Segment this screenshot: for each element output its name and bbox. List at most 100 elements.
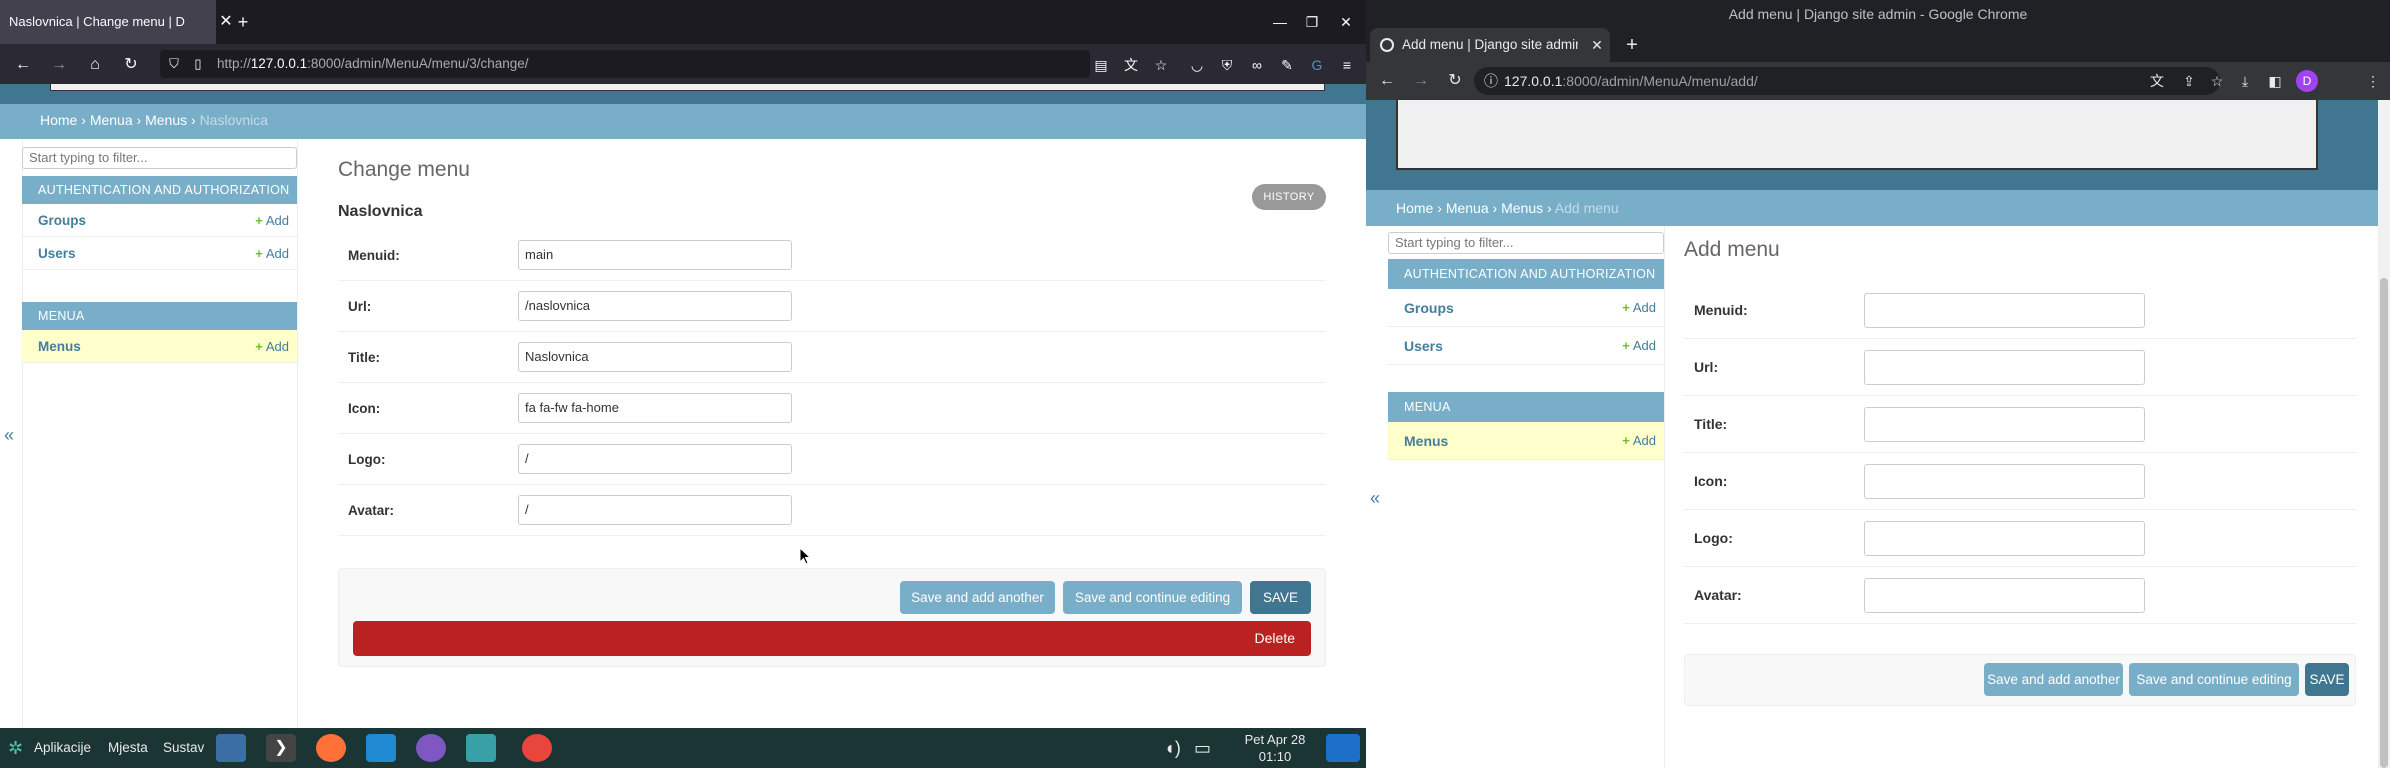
forward-icon[interactable]: →	[48, 54, 70, 76]
infinity-extension-icon[interactable]: ∞	[1246, 54, 1268, 76]
url-bar[interactable]: ⓘ 127.0.0.1:8000/admin/MenuA/menu/add/	[1474, 67, 2220, 95]
users-link[interactable]: Users	[38, 246, 76, 261]
menuid-input[interactable]	[1864, 293, 2145, 328]
terminal-icon[interactable]: ❯	[266, 734, 296, 762]
scrollbar-thumb[interactable]	[2380, 278, 2388, 768]
wrench-icon[interactable]: ✎	[1276, 54, 1298, 76]
nav-filter-input[interactable]: Start typing to filter...	[22, 147, 297, 169]
clock[interactable]: Pet Apr 28 01:10	[1240, 731, 1310, 765]
module-caption-auth[interactable]: AUTHENTICATION AND AUTHORIZATION	[1388, 259, 1664, 289]
module-caption-menua[interactable]: MENUA	[1388, 392, 1664, 422]
breadcrumb-app[interactable]: Menua	[1446, 200, 1489, 216]
reload-icon[interactable]: ↻	[1444, 70, 1466, 92]
breadcrumb-app[interactable]: Menua	[90, 112, 133, 128]
translate-icon[interactable]: 文	[2146, 70, 2168, 92]
tab-change-menu[interactable]: Naslovnica | Change menu | D	[0, 0, 216, 44]
url-input[interactable]	[1864, 350, 2145, 385]
url-text[interactable]: http://127.0.0.1:8000/admin/MenuA/menu/3…	[217, 50, 529, 78]
applications-menu[interactable]: Aplikacije	[34, 728, 91, 768]
save-and-continue-button[interactable]: Save and continue editing	[1063, 581, 1242, 614]
menus-link[interactable]: Menus	[1404, 433, 1448, 449]
bookmark-star-icon[interactable]: ☆	[1150, 54, 1172, 76]
users-link[interactable]: Users	[1404, 338, 1443, 354]
volume-icon[interactable]: ◖)	[1164, 728, 1181, 768]
nav-filter-input[interactable]: Start typing to filter...	[1388, 232, 1664, 254]
bookmark-star-icon[interactable]: ☆	[2206, 70, 2228, 92]
menu-logo-icon[interactable]: ✲	[8, 728, 23, 768]
side-panel-icon[interactable]: ◧	[2264, 70, 2286, 92]
history-button[interactable]: HISTORY	[1252, 184, 1326, 210]
share-icon[interactable]: ⇪	[2178, 70, 2200, 92]
home-icon[interactable]: ⌂	[84, 54, 106, 76]
breadcrumb-home[interactable]: Home	[40, 112, 77, 128]
info-icon[interactable]: ⓘ	[1480, 70, 1502, 92]
url-bar[interactable]: ⛉ ▯ http://127.0.0.1:8000/admin/MenuA/me…	[160, 50, 1090, 78]
logo-input[interactable]	[1864, 521, 2145, 556]
title-input[interactable]	[1864, 407, 2145, 442]
close-window-icon[interactable]: ✕	[1336, 12, 1356, 32]
avatar-input[interactable]: /	[518, 495, 792, 525]
url-text[interactable]: 127.0.0.1:8000/admin/MenuA/menu/add/	[1504, 67, 1758, 95]
new-tab-icon[interactable]: +	[1622, 35, 1642, 55]
more-menu-icon[interactable]: ⋮	[2362, 70, 2384, 92]
reload-icon[interactable]: ↻	[120, 54, 142, 76]
firefox-icon[interactable]	[316, 734, 346, 762]
logo-input[interactable]: /	[518, 444, 792, 474]
add-users-link[interactable]: + Add	[1622, 327, 1656, 365]
breadcrumb-model[interactable]: Menus	[145, 112, 187, 128]
chrome-icon[interactable]	[522, 734, 552, 762]
shield-extension-icon[interactable]: ⛨	[1216, 54, 1238, 76]
avatar-input[interactable]	[1864, 578, 2145, 613]
breadcrumb-model[interactable]: Menus	[1501, 200, 1543, 216]
add-groups-link[interactable]: + Add	[1622, 289, 1656, 327]
forward-icon[interactable]: →	[1410, 70, 1432, 92]
github-desktop-icon[interactable]	[416, 734, 446, 762]
breadcrumb-home[interactable]: Home	[1396, 200, 1433, 216]
hamburger-menu-icon[interactable]: ≡	[1336, 54, 1358, 76]
file-manager-icon[interactable]	[216, 734, 246, 762]
avatar[interactable]: D	[2296, 70, 2318, 92]
vscode-icon[interactable]	[366, 734, 396, 762]
download-icon[interactable]: ⤓	[2234, 70, 2256, 92]
add-menus-link[interactable]: + Add	[255, 330, 289, 363]
image-viewer-icon[interactable]	[466, 734, 496, 762]
scrollbar[interactable]	[2378, 100, 2390, 768]
shield-icon[interactable]: ⛉	[164, 54, 184, 74]
title-input[interactable]: Naslovnica	[518, 342, 792, 372]
network-icon[interactable]: ▭	[1194, 728, 1211, 768]
new-tab-icon[interactable]: +	[233, 12, 253, 32]
translate-extension-icon[interactable]: G	[1306, 54, 1328, 76]
add-groups-link[interactable]: + Add	[255, 204, 289, 237]
tab-add-menu[interactable]: Add menu | Django site admin ✕	[1370, 28, 1610, 62]
delete-button[interactable]: Delete	[353, 621, 1311, 656]
save-and-add-another-button[interactable]: Save and add another	[1984, 663, 2123, 696]
system-menu[interactable]: Sustav	[163, 728, 204, 768]
minimize-icon[interactable]: —	[1270, 12, 1290, 32]
menuid-input[interactable]: main	[518, 240, 792, 270]
save-button[interactable]: SAVE	[1250, 581, 1311, 614]
save-and-add-another-button[interactable]: Save and add another	[900, 581, 1055, 614]
url-input[interactable]: /naslovnica	[518, 291, 792, 321]
module-caption-auth[interactable]: AUTHENTICATION AND AUTHORIZATION	[22, 176, 297, 204]
groups-link[interactable]: Groups	[1404, 300, 1454, 316]
icon-input[interactable]: fa fa-fw fa-home	[518, 393, 792, 423]
icon-input[interactable]	[1864, 464, 2145, 499]
toggle-sidebar-button[interactable]: «	[4, 425, 14, 445]
restore-icon[interactable]: ❐	[1302, 12, 1322, 32]
show-desktop-icon[interactable]	[1326, 734, 1360, 762]
back-icon[interactable]: ←	[12, 54, 34, 76]
add-menus-link[interactable]: + Add	[1622, 422, 1656, 460]
module-caption-menua[interactable]: MENUA	[22, 302, 297, 330]
add-users-link[interactable]: + Add	[255, 237, 289, 270]
save-button[interactable]: SAVE	[2305, 663, 2349, 696]
translate-icon[interactable]: 文	[1120, 54, 1142, 76]
back-icon[interactable]: ←	[1376, 70, 1398, 92]
pocket-icon[interactable]: ◡	[1186, 54, 1208, 76]
toggle-sidebar-button[interactable]: «	[1370, 488, 1380, 508]
close-tab-icon[interactable]: ✕	[1588, 36, 1606, 54]
menus-link[interactable]: Menus	[38, 339, 81, 354]
reader-view-icon[interactable]: ▤	[1090, 54, 1112, 76]
save-and-continue-button[interactable]: Save and continue editing	[2129, 663, 2299, 696]
groups-link[interactable]: Groups	[38, 213, 86, 228]
page-icon[interactable]: ▯	[188, 54, 208, 74]
